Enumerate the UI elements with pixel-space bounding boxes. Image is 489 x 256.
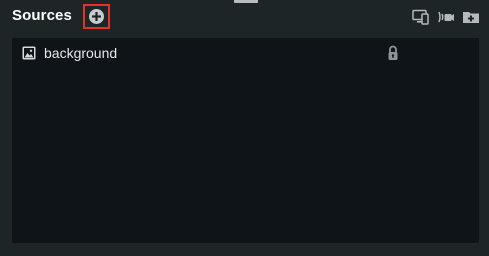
copy-screen-button[interactable] [412,9,430,25]
filter-icon [438,11,454,23]
add-folder-icon [463,12,479,23]
plus-circle-icon [89,9,104,24]
panel-title: Sources [12,7,72,24]
source-item-background[interactable]: background [12,41,479,65]
image-icon [22,46,36,60]
add-source-button[interactable] [83,4,110,29]
sources-panel: Sources background [0,0,489,256]
sources-header: Sources [0,0,489,36]
add-group-button[interactable] [462,9,480,25]
lock-icon[interactable] [387,45,399,61]
source-item-label: background [44,45,118,61]
filter-button[interactable] [437,9,455,25]
sources-list[interactable]: background [12,38,479,243]
copy-screen-icon [412,9,429,25]
